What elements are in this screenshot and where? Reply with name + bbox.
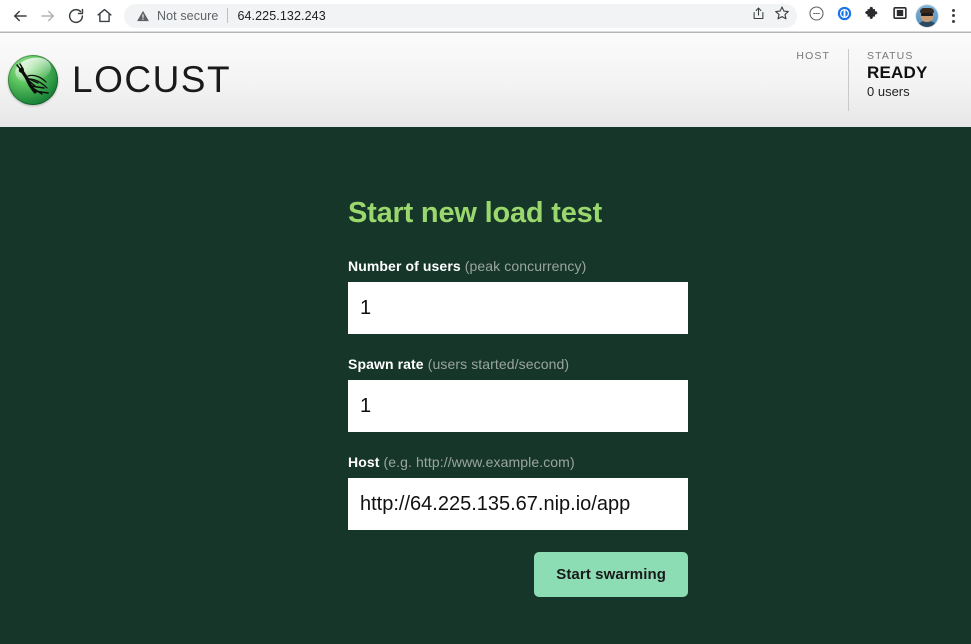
label-host-text: Host: [348, 454, 380, 470]
home-icon: [96, 7, 113, 24]
label-number-of-users-text: Number of users: [348, 258, 461, 274]
omnibox-actions: [747, 5, 795, 27]
label-number-of-users: Number of users (peak concurrency): [348, 258, 688, 274]
side-panel-button[interactable]: [887, 3, 913, 29]
reload-button[interactable]: [62, 2, 90, 30]
brand-name: LOCUST: [72, 59, 231, 101]
page-title: Start new load test: [348, 197, 688, 230]
omnibox-divider: [227, 8, 228, 23]
side-panel-icon: [892, 5, 908, 26]
field-host: Host (e.g. http://www.example.com): [348, 454, 688, 530]
extensions-button[interactable]: [859, 3, 885, 29]
browser-menu-button[interactable]: [941, 4, 965, 28]
main-content: Start new load test Number of users (pea…: [0, 127, 971, 644]
status-badge: READY: [867, 63, 937, 83]
star-icon: [774, 5, 790, 26]
locust-header: LOCUST HOST STATUS READY 0 users: [0, 32, 971, 127]
hint-spawn-rate: (users started/second): [428, 356, 569, 372]
contrast-extension-button[interactable]: [831, 3, 857, 29]
stat-host-label: HOST: [760, 49, 830, 63]
back-button[interactable]: [6, 2, 34, 30]
header-stats: HOST STATUS READY 0 users: [742, 49, 971, 111]
extensions-puzzle-icon: [864, 5, 881, 27]
home-button[interactable]: [90, 2, 118, 30]
not-secure-warning-icon: [134, 7, 152, 25]
bookmark-button[interactable]: [771, 5, 793, 27]
field-spawn-rate: Spawn rate (users started/second): [348, 356, 688, 432]
stat-host: HOST: [742, 49, 848, 111]
stat-status-label: STATUS: [867, 49, 937, 63]
hint-number-of-users: (peak concurrency): [465, 258, 587, 274]
user-count-input[interactable]: [348, 282, 688, 334]
address-bar[interactable]: Not secure 64.225.132.243: [124, 4, 797, 28]
url-text[interactable]: 64.225.132.243: [237, 9, 747, 23]
label-spawn-rate: Spawn rate (users started/second): [348, 356, 688, 372]
spawn-rate-input[interactable]: [348, 380, 688, 432]
arrow-right-icon: [39, 7, 57, 25]
hint-host: (e.g. http://www.example.com): [384, 454, 575, 470]
forward-button[interactable]: [34, 2, 62, 30]
submit-row: Start swarming: [348, 552, 688, 597]
stat-status: STATUS READY 0 users: [848, 49, 955, 111]
extension-icons: [803, 3, 913, 29]
browser-toolbar: Not secure 64.225.132.243: [0, 0, 971, 32]
dashes-circle-button[interactable]: [803, 3, 829, 29]
three-dot-menu-icon: [952, 9, 955, 12]
locust-logo-icon: [8, 55, 58, 105]
three-dot-menu-icon: [952, 20, 955, 23]
share-icon: [751, 6, 766, 26]
brand[interactable]: LOCUST: [0, 55, 231, 105]
dashes-circle-icon: [808, 5, 825, 27]
start-test-form: Start new load test Number of users (pea…: [348, 197, 688, 597]
label-spawn-rate-text: Spawn rate: [348, 356, 424, 372]
field-number-of-users: Number of users (peak concurrency): [348, 258, 688, 334]
reload-icon: [67, 7, 85, 25]
security-status-label: Not secure: [157, 9, 218, 23]
label-host: Host (e.g. http://www.example.com): [348, 454, 688, 470]
blue-contrast-circle-icon: [836, 5, 853, 27]
arrow-left-icon: [11, 7, 29, 25]
user-count: 0 users: [867, 83, 937, 100]
profile-avatar[interactable]: [916, 5, 938, 27]
three-dot-menu-icon: [952, 14, 955, 17]
avatar-sunglasses: [921, 13, 933, 17]
start-swarming-button[interactable]: Start swarming: [534, 552, 688, 597]
share-button[interactable]: [747, 5, 769, 27]
host-input[interactable]: [348, 478, 688, 530]
